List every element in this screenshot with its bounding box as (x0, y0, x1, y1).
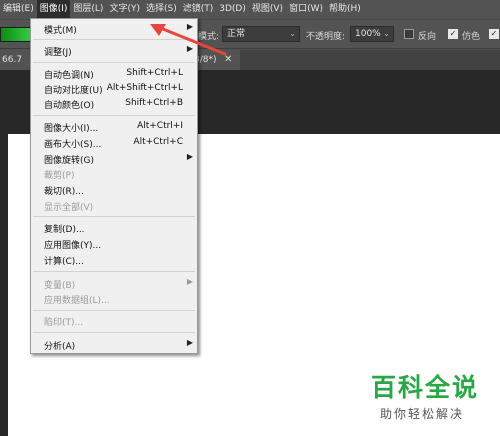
watermark-title: 百科全说 (371, 373, 480, 402)
annotation-arrow-icon (150, 24, 227, 56)
watermark-subtitle: 助你轻松解决 (380, 407, 465, 421)
watermark: 百科全说 助你轻松解决 (371, 374, 491, 422)
